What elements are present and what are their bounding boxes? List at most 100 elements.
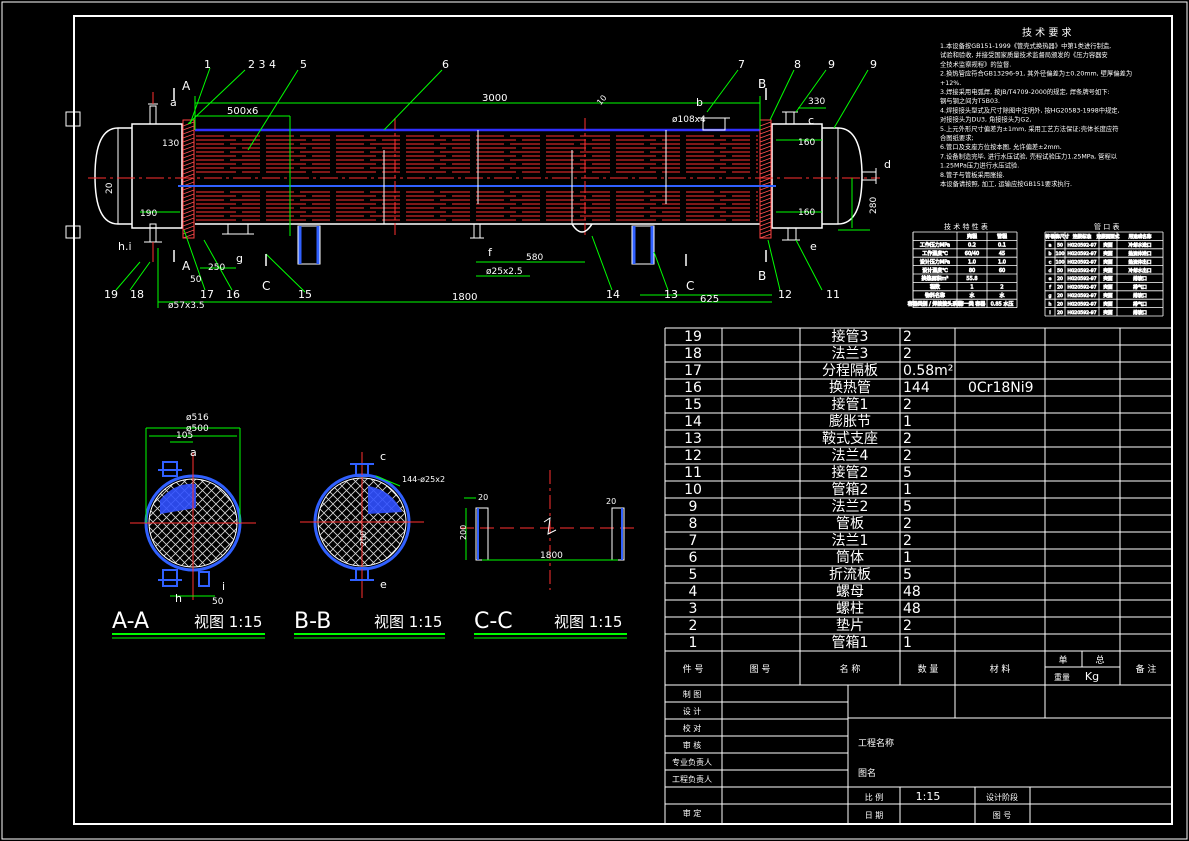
spec-cell: 0.85 水压 bbox=[991, 300, 1014, 307]
title-aa: A-A bbox=[112, 609, 149, 634]
nozzle-cell: c bbox=[1049, 260, 1052, 265]
section-titles: A-A 视图 1:15 B-B 视图 1:15 C-C 视图 1:15 bbox=[112, 609, 627, 639]
bom-name: 螺母 bbox=[836, 584, 864, 600]
bom-name: 接管1 bbox=[832, 396, 869, 413]
spec-cell: 80 bbox=[969, 268, 975, 274]
nozzle-cell: 20 bbox=[1057, 276, 1063, 282]
tech-req-line: 1.本设备按GB151-1999《管壳式换热器》中第1类进行制造, bbox=[940, 41, 1111, 50]
nozzle-cell: 20 bbox=[1057, 301, 1063, 307]
bom-h-code: 图 号 bbox=[750, 664, 771, 675]
nozzle-label-a: a bbox=[170, 96, 177, 109]
tech-req-line: 7.设备制造完毕, 进行水压试验, 壳程试验压力1.25MPa, 管程以 bbox=[940, 151, 1118, 160]
bom-no: 9 bbox=[689, 499, 698, 515]
nozzle-cell: e bbox=[1049, 277, 1052, 282]
section-b-b-view: c e 144-ø25x2 200 bbox=[300, 450, 445, 598]
spec-cell: 容器类别 / 焊接接头系数 bbox=[908, 300, 963, 307]
balloon-17: 17 bbox=[200, 288, 214, 301]
spec-cell: 工作温度℃ bbox=[922, 250, 948, 257]
bom-name: 折流板 bbox=[829, 567, 871, 583]
nozzle-cell: 热流体出口 bbox=[1129, 258, 1152, 265]
spec-cell: 0.2 bbox=[968, 243, 976, 249]
dim-20: 20 bbox=[105, 182, 115, 194]
bom-no: 2 bbox=[689, 618, 698, 634]
scale-value: 1:15 bbox=[916, 790, 941, 803]
dim-160a: 160 bbox=[798, 138, 815, 148]
bom-name: 管箱2 bbox=[832, 482, 869, 498]
bill-of-materials: 19 接管3 218 法兰3 217 分程隔板 0.58m²16 换热管 144 0Cr18Ni9… bbox=[664, 327, 1173, 686]
title-label: 审 核 bbox=[683, 740, 702, 750]
dim-57: ø57x3.5 bbox=[168, 301, 205, 311]
bom-name: 螺柱 bbox=[836, 601, 864, 617]
bom-h-no: 件 号 bbox=[683, 663, 704, 675]
aa-label-i: i bbox=[222, 580, 225, 593]
nozzle-cell: 突面 bbox=[1103, 250, 1113, 257]
bom-qty: 2 bbox=[903, 397, 912, 413]
bom-qty: 1 bbox=[903, 414, 912, 430]
aa-label-a: a bbox=[190, 446, 197, 459]
design-stage-label: 设计阶段 bbox=[986, 792, 1018, 802]
tech-req-line: 试验和验收, 并接受国家质量技术监督局颁发的《压力容器安 bbox=[940, 50, 1108, 59]
balloon-2-3-4: 2 3 4 bbox=[248, 58, 276, 71]
bom-no: 10 bbox=[684, 482, 702, 498]
bom-h-total: 总 bbox=[1095, 654, 1104, 666]
bom-no: 17 bbox=[684, 363, 702, 379]
balloon-13: 13 bbox=[664, 288, 678, 301]
left-channel-head bbox=[94, 127, 132, 225]
spec-cell: 水 bbox=[999, 292, 1004, 299]
balloon-19: 19 bbox=[104, 288, 118, 301]
design-spec-table: 技 术 特 性 表 壳程 管程工作压力MPa 0.2 0.1 工作温度℃ 60/40 45 设… bbox=[907, 222, 1018, 309]
bom-qty: 0.58m² bbox=[903, 363, 953, 379]
bom-no: 8 bbox=[689, 516, 698, 532]
nozzle-cell: i bbox=[1049, 310, 1050, 316]
nozzle-cell: 排液口 bbox=[1133, 309, 1147, 316]
title-label: 工程负责人 bbox=[672, 774, 712, 784]
bom-qty: 2 bbox=[903, 346, 912, 362]
aa-dim-516: ø516 bbox=[186, 413, 209, 423]
section-mark-a-top: A bbox=[182, 79, 191, 93]
nozzle-cell: g bbox=[1049, 294, 1052, 299]
nozzle-cell: 热流体进口 bbox=[1129, 250, 1152, 257]
bom-no: 12 bbox=[684, 448, 702, 464]
title-label: 校 对 bbox=[683, 723, 702, 733]
nozzle-label-c: c bbox=[808, 114, 814, 127]
spec-cell: 换热面积m² bbox=[922, 275, 949, 282]
bom-no: 4 bbox=[689, 584, 698, 600]
bom-qty: 1 bbox=[903, 550, 912, 566]
section-mark-c-right: C bbox=[686, 279, 694, 293]
title-cc: C-C bbox=[474, 609, 513, 634]
spec-cell: 60 bbox=[999, 268, 1005, 274]
nozzle-e-shape bbox=[782, 227, 800, 241]
nozzle-cell: HG20592-97 bbox=[1067, 268, 1096, 274]
title-cc-scale: 视图 1:15 bbox=[554, 613, 622, 631]
cc-dim-200: 200 bbox=[459, 525, 468, 540]
title-bb: B-B bbox=[294, 609, 331, 634]
bom-no: 6 bbox=[689, 550, 698, 566]
spec-cell: 壳程 bbox=[967, 233, 977, 240]
spec-cell: 60/40 bbox=[965, 251, 979, 257]
nozzle-cell: 50 bbox=[1057, 243, 1063, 249]
cc-dim-1800: 1800 bbox=[540, 551, 563, 561]
dim-3000: 3000 bbox=[482, 93, 507, 104]
tech-req-line: 全技术监察规程》的监督. bbox=[940, 59, 1011, 68]
drawing-name-label: 图名 bbox=[858, 767, 876, 779]
dim-108: ø108x4 bbox=[672, 115, 706, 125]
bom-qty: 2 bbox=[903, 329, 912, 345]
balloon-5: 5 bbox=[300, 58, 307, 71]
nozzle-cell: 冷却水进口 bbox=[1129, 242, 1152, 249]
nozzle-cell: 100 bbox=[1056, 251, 1065, 257]
saddle-left bbox=[297, 225, 321, 265]
aa-dim-50: 50 bbox=[212, 597, 224, 607]
dim-160b: 160 bbox=[798, 208, 815, 218]
tech-req-line: 钢与钢之间为T5B03. bbox=[940, 96, 1000, 105]
nozzle-cell: d bbox=[1049, 268, 1052, 274]
tech-req-title: 技 术 要 求 bbox=[1022, 26, 1072, 39]
bom-qty: 2 bbox=[903, 618, 912, 634]
spec-cell: 55.8 bbox=[966, 276, 977, 282]
expansion-joint bbox=[571, 223, 593, 233]
title-label: 审 定 bbox=[683, 808, 702, 818]
nozzle-cell: HG20592-97 bbox=[1067, 251, 1096, 257]
nozzle-cell: 突面 bbox=[1103, 258, 1113, 265]
nozzle-cell: 突面 bbox=[1103, 284, 1113, 291]
nozzle-cell: HG20592-97 bbox=[1067, 259, 1096, 265]
title-bb-scale: 视图 1:15 bbox=[374, 613, 442, 631]
